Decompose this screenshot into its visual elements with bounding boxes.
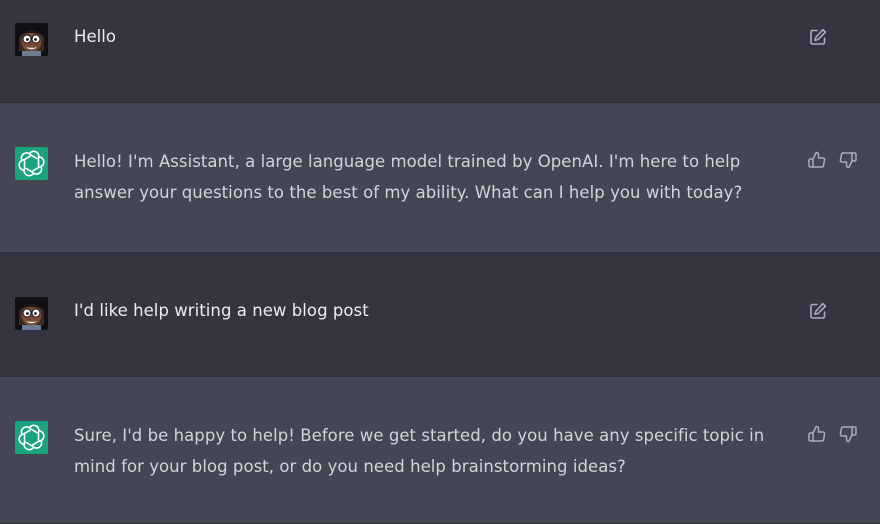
message-text: I'd like help writing a new blog post [74,301,369,320]
chat-message-assistant: Hello! I'm Assistant, a large language m… [0,102,880,253]
chat-message-user: I'd like help writing a new blog post [0,253,880,376]
chat-thread: Hello Hello! I'm Assistant, a large lang… [0,0,880,524]
edit-icon[interactable] [808,301,828,321]
thumbs-down-icon[interactable] [838,424,858,444]
chat-message-assistant: Sure, I'd be happy to help! Before we ge… [0,376,880,524]
message-text: Hello! I'm Assistant, a large language m… [74,152,743,202]
thumbs-down-icon[interactable] [838,150,858,170]
chat-message-user: Hello [0,0,880,102]
thumbs-up-icon[interactable] [807,424,827,444]
user-avatar-icon [15,23,48,56]
message-text: Sure, I'd be happy to help! Before we ge… [74,426,765,476]
edit-icon[interactable] [808,27,828,47]
message-text: Hello [74,27,117,46]
openai-logo-icon [15,421,48,454]
openai-logo-icon [15,147,48,180]
thumbs-up-icon[interactable] [807,150,827,170]
user-avatar-icon [15,297,48,330]
